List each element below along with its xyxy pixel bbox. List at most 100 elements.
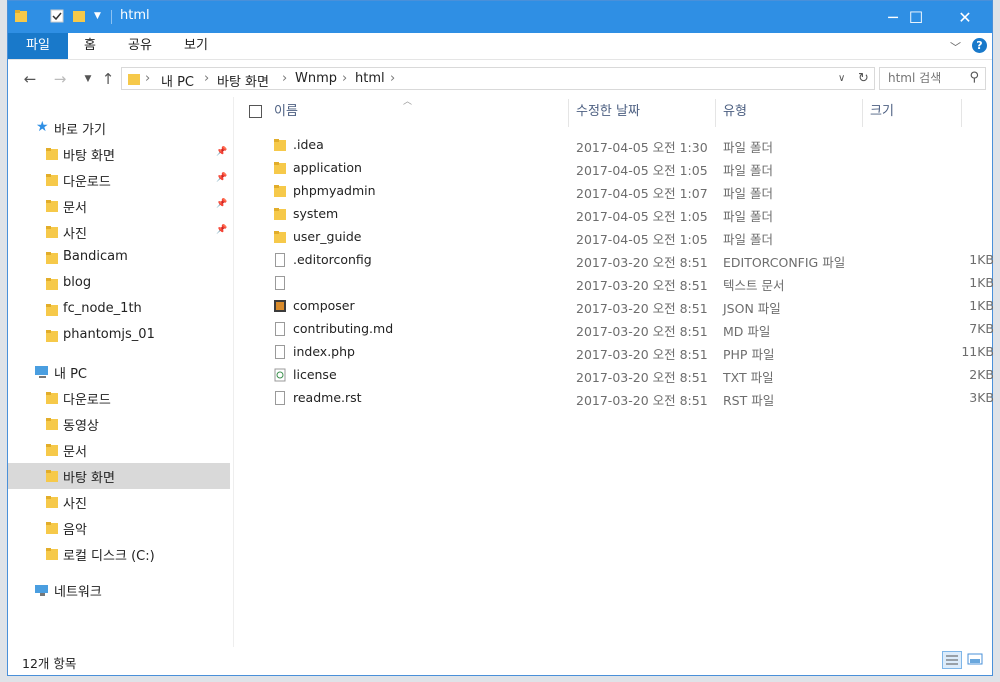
help-icon[interactable]: ? [972, 38, 987, 53]
file-name: license [293, 367, 337, 382]
sidebar-item[interactable]: 문서 📌 [8, 193, 230, 219]
column-divider[interactable] [862, 99, 863, 127]
folder-icon [46, 278, 58, 290]
file-size: 1KB [969, 298, 994, 313]
file-row[interactable]: user_guide 2017-04-05 오전 1:05 파일 폴더 [234, 226, 994, 248]
file-row[interactable]: contributing.md 2017-03-20 오전 8:51 MD 파일 7K… [234, 318, 994, 340]
chevron-right-icon[interactable]: › [282, 71, 287, 86]
address-dropdown-icon[interactable]: ∨ [838, 73, 845, 84]
file-row[interactable]: 2017-03-20 오전 8:51 텍스트 문서 1KB [234, 272, 994, 294]
file-icon [274, 300, 286, 312]
tab-view[interactable]: 보기 [176, 33, 216, 59]
file-type: 텍스트 문서 [723, 278, 785, 293]
sidebar-item[interactable]: 로컬 디스크 (C:) [8, 541, 230, 567]
folder-icon [46, 252, 58, 264]
back-button[interactable]: ← [20, 69, 40, 89]
sidebar-item[interactable]: 다운로드 [8, 385, 230, 411]
maximize-button[interactable]: ☐ [893, 1, 939, 33]
pin-icon[interactable]: 📌 [216, 173, 227, 183]
breadcrumb-desktop[interactable]: 바탕 화면 [217, 71, 269, 90]
file-name: readme.rst [293, 390, 362, 405]
customize-quick-access-icon[interactable]: ▼ [94, 11, 108, 25]
pin-icon[interactable]: 📌 [216, 199, 227, 209]
chevron-right-icon[interactable]: › [342, 71, 347, 86]
star-icon: ★ [36, 119, 49, 135]
file-icon [275, 391, 285, 405]
file-row[interactable]: index.php 2017-03-20 오전 8:51 PHP 파일 11KB [234, 341, 994, 363]
search-icon[interactable]: ⚲ [969, 70, 979, 85]
tab-file[interactable]: 파일 [8, 33, 68, 59]
folder-icon [14, 9, 28, 23]
file-size: 11KB [961, 344, 994, 359]
breadcrumb-wnmp[interactable]: Wnmp [295, 71, 337, 86]
sidebar-item-label: 동영상 [63, 419, 99, 434]
sidebar-item[interactable]: 바탕 화면 [8, 463, 230, 489]
file-icon [275, 253, 285, 267]
search-box[interactable]: ⚲ [879, 67, 986, 90]
tab-share[interactable]: 공유 [120, 33, 160, 59]
up-button[interactable]: ↑ [98, 69, 118, 89]
file-date: 2017-04-05 오전 1:07 [576, 186, 708, 201]
forward-button[interactable]: → [50, 69, 70, 89]
column-header-type[interactable]: 유형 [723, 97, 863, 127]
nav-network[interactable]: 네트워크 [8, 577, 230, 603]
sidebar-item[interactable]: phantomjs_01 [8, 323, 230, 349]
column-header-name[interactable]: 이름 [274, 97, 564, 127]
sidebar-item[interactable]: 바탕 화면 📌 [8, 141, 230, 167]
file-type: EDITORCONFIG 파일 [723, 255, 846, 270]
file-date: 2017-03-20 오전 8:51 [576, 278, 708, 293]
new-folder-icon[interactable] [72, 9, 86, 23]
file-row[interactable]: license 2017-03-20 오전 8:51 TXT 파일 2KB [234, 364, 994, 386]
sidebar-item-label: 사진 [63, 497, 87, 512]
properties-icon[interactable] [50, 9, 64, 23]
sidebar-item[interactable]: 다운로드 📌 [8, 167, 230, 193]
file-row[interactable]: readme.rst 2017-03-20 오전 8:51 RST 파일 3KB [234, 387, 994, 409]
breadcrumb-this-pc[interactable]: 내 PC [161, 71, 194, 90]
close-button[interactable]: ✕ [942, 1, 988, 33]
column-header-size[interactable]: 크기 [870, 97, 960, 127]
chevron-right-icon[interactable]: › [390, 71, 395, 86]
sidebar-item[interactable]: fc_node_1th [8, 297, 230, 323]
tab-home[interactable]: 홈 [74, 33, 106, 59]
file-row[interactable]: phpmyadmin 2017-04-05 오전 1:07 파일 폴더 [234, 180, 994, 202]
sidebar-item[interactable]: 사진 [8, 489, 230, 515]
column-divider[interactable] [961, 99, 962, 127]
file-row[interactable]: application 2017-04-05 오전 1:05 파일 폴더 [234, 157, 994, 179]
sidebar-item[interactable]: Bandicam [8, 245, 230, 271]
sidebar-item[interactable]: 문서 [8, 437, 230, 463]
file-row[interactable]: system 2017-04-05 오전 1:05 파일 폴더 [234, 203, 994, 225]
file-row[interactable]: .idea 2017-04-05 오전 1:30 파일 폴더 [234, 134, 994, 156]
nav-quick-access[interactable]: ★ 바로 가기 [8, 115, 230, 141]
file-row[interactable]: .editorconfig 2017-03-20 오전 8:51 EDITORCON… [234, 249, 994, 271]
nav-this-pc[interactable]: 내 PC [8, 359, 230, 385]
video-icon [46, 418, 58, 430]
file-name: contributing.md [293, 321, 394, 336]
column-divider[interactable] [568, 99, 569, 127]
sidebar-item[interactable]: blog [8, 271, 230, 297]
sidebar-item[interactable]: 사진 📌 [8, 219, 230, 245]
file-row[interactable]: composer 2017-03-20 오전 8:51 JSON 파일 1KB [234, 295, 994, 317]
sidebar-item-label: 문서 [63, 445, 87, 460]
file-type: TXT 파일 [723, 370, 774, 385]
chevron-right-icon[interactable]: › [204, 71, 209, 86]
expand-ribbon-icon[interactable]: ﹀ [950, 39, 961, 55]
column-divider[interactable] [715, 99, 716, 127]
refresh-icon[interactable]: ↻ [858, 71, 869, 86]
breadcrumb-html[interactable]: html [355, 71, 385, 86]
chevron-right-icon[interactable]: › [145, 71, 150, 86]
recent-locations-icon[interactable]: ▼ [78, 69, 98, 89]
item-count: 12개 항목 [22, 656, 77, 671]
select-all-checkbox[interactable] [249, 105, 262, 118]
details-view-icon[interactable] [942, 651, 962, 669]
search-input[interactable] [886, 70, 968, 86]
sidebar-item[interactable]: 음악 [8, 515, 230, 541]
large-icons-view-icon[interactable] [966, 651, 986, 669]
pin-icon[interactable]: 📌 [216, 225, 227, 235]
sidebar-item[interactable]: 동영상 [8, 411, 230, 437]
file-date: 2017-03-20 오전 8:51 [576, 370, 708, 385]
column-header-date[interactable]: 수정한 날짜 [576, 97, 716, 127]
desktop-icon [46, 148, 58, 160]
pin-icon[interactable]: 📌 [216, 147, 227, 157]
address-bar[interactable]: › 내 PC › 바탕 화면 › Wnmp › html › ∨ ↻ [121, 67, 875, 90]
folder-icon [274, 231, 286, 243]
